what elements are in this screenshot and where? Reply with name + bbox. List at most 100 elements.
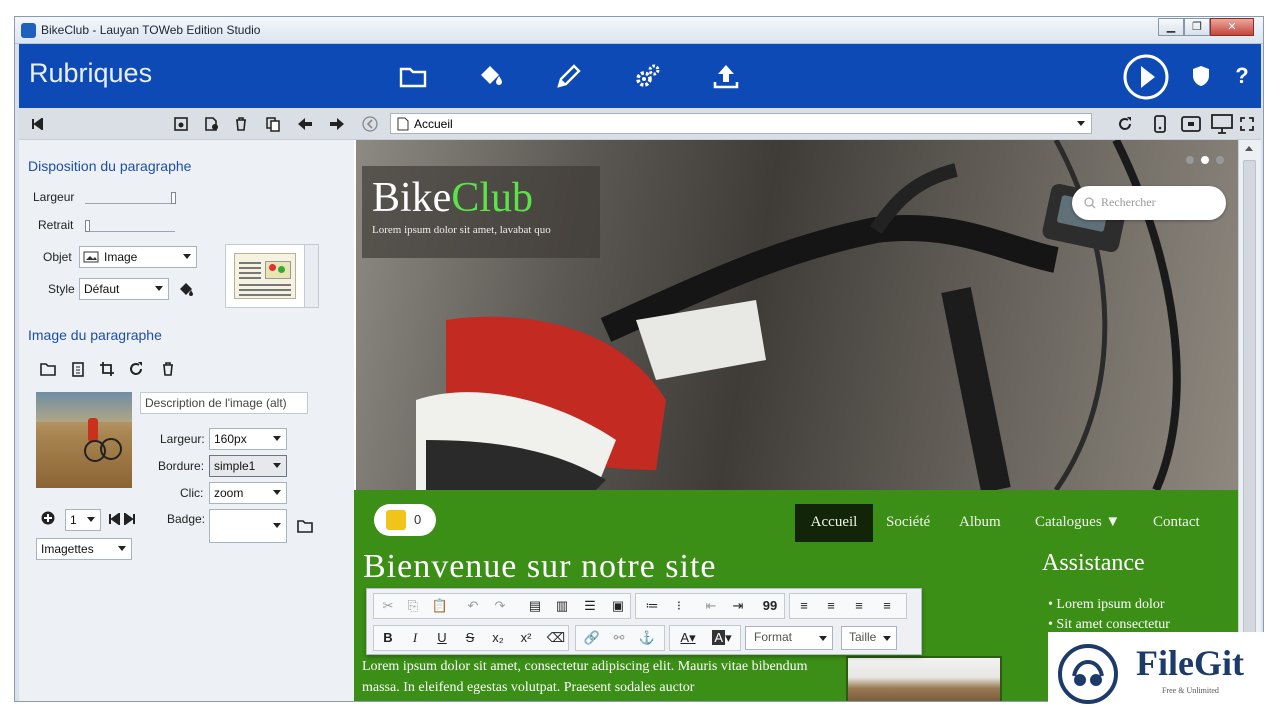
badge-select[interactable] xyxy=(209,509,287,543)
anchor-icon[interactable]: ⚓ xyxy=(636,627,658,649)
chart-icon[interactable]: ▥ xyxy=(551,595,573,617)
retrait-slider[interactable] xyxy=(85,220,175,232)
link-icon[interactable]: 🔗 xyxy=(581,627,603,649)
clic-select[interactable]: zoom xyxy=(209,482,287,504)
badge-folder-icon[interactable] xyxy=(295,517,315,535)
tablet-view-icon[interactable] xyxy=(1180,114,1202,134)
nav-societe[interactable]: Société xyxy=(886,504,930,542)
indent-icon[interactable]: ⇥ xyxy=(727,595,749,617)
book-icon[interactable]: ▤ xyxy=(524,595,546,617)
bold-button[interactable]: B xyxy=(377,627,399,649)
site-search-input[interactable]: Rechercher xyxy=(1072,186,1226,220)
align-right-icon[interactable]: ≡ xyxy=(848,595,870,617)
sidebar-item[interactable]: • Sit amet consectetur xyxy=(1048,617,1170,633)
first-icon[interactable] xyxy=(27,114,47,134)
thumbnail-mode-select[interactable]: Imagettes xyxy=(36,538,132,560)
delete-image-icon[interactable] xyxy=(159,360,177,378)
justify-icon[interactable]: ≡ xyxy=(876,595,898,617)
insert-icon[interactable] xyxy=(201,114,221,134)
slide-dot-active[interactable] xyxy=(1201,156,1209,164)
image-thumbnail[interactable] xyxy=(36,392,132,488)
last-image-icon[interactable] xyxy=(123,512,137,526)
fullscreen-icon[interactable] xyxy=(1238,115,1256,133)
new-block-icon[interactable] xyxy=(171,114,191,134)
layout-preview[interactable] xyxy=(225,244,319,308)
nav-album[interactable]: Album xyxy=(959,504,1001,542)
superscript-button[interactable]: x² xyxy=(515,627,537,649)
doc-icon[interactable]: ▣ xyxy=(607,595,629,617)
add-icon[interactable] xyxy=(41,511,55,525)
objet-select[interactable]: Image xyxy=(79,246,197,268)
hr-icon[interactable]: ☰ xyxy=(579,595,601,617)
outdent-icon[interactable]: ⇤ xyxy=(700,595,722,617)
copy-icon[interactable] xyxy=(263,114,283,134)
copy-text-icon[interactable]: ⎘ xyxy=(402,595,424,617)
nav-catalogues[interactable]: Catalogues ▼ xyxy=(1035,504,1120,542)
arrow-right-icon[interactable] xyxy=(327,114,347,134)
refresh-icon[interactable] xyxy=(1115,114,1135,134)
minimize-button[interactable]: ▁ xyxy=(1158,18,1184,36)
bordure-select[interactable]: simple1 xyxy=(209,455,287,477)
phone-view-icon[interactable] xyxy=(1150,114,1170,134)
open-folder-icon[interactable] xyxy=(39,360,57,378)
image-width-select[interactable]: 160px xyxy=(209,428,287,450)
redo-icon[interactable]: ↷ xyxy=(489,595,511,617)
numbered-list-icon[interactable]: ≔ xyxy=(641,595,663,617)
image-alt-input[interactable]: Description de l'image (alt) xyxy=(140,392,308,414)
style-value: Défaut xyxy=(84,282,120,296)
font-color-button[interactable]: A▾ xyxy=(673,627,703,649)
format-select[interactable]: Format xyxy=(745,626,833,650)
maximize-button[interactable]: ❐ xyxy=(1184,18,1210,36)
page-address-select[interactable]: Accueil xyxy=(390,113,1092,134)
rotate-icon[interactable] xyxy=(127,360,145,378)
italic-button[interactable]: I xyxy=(404,627,426,649)
sidebar-item[interactable]: • Lorem ipsum dolor xyxy=(1048,597,1165,613)
shield-icon[interactable] xyxy=(1183,58,1219,94)
arrow-left-icon[interactable] xyxy=(295,114,315,134)
nav-contact[interactable]: Contact xyxy=(1153,504,1200,542)
slide-dot[interactable] xyxy=(1216,156,1224,164)
paint-bucket-icon[interactable] xyxy=(177,280,195,298)
trash-icon[interactable] xyxy=(231,114,251,134)
site-body-text[interactable]: Lorem ipsum dolor sit amet, consectetur … xyxy=(362,656,842,701)
gears-icon[interactable] xyxy=(630,58,666,94)
first-image-icon[interactable] xyxy=(107,512,121,526)
align-left-icon[interactable]: ≡ xyxy=(793,595,815,617)
largeur-slider[interactable] xyxy=(85,192,176,204)
clipboard-icon[interactable] xyxy=(69,360,87,378)
slide-dot[interactable] xyxy=(1186,156,1194,164)
style-select[interactable]: Défaut xyxy=(79,278,169,300)
vertical-scrollbar[interactable] xyxy=(1238,140,1261,701)
pencil-icon[interactable] xyxy=(551,58,587,116)
desktop-view-icon[interactable] xyxy=(1210,113,1234,135)
upload-icon[interactable] xyxy=(708,58,744,94)
subscript-button[interactable]: x₂ xyxy=(487,627,509,649)
cut-icon[interactable]: ✂ xyxy=(377,595,399,617)
align-center-icon[interactable]: ≡ xyxy=(820,595,842,617)
crop-icon[interactable] xyxy=(98,360,116,378)
close-button[interactable]: ✕ xyxy=(1210,18,1254,36)
folder-icon[interactable] xyxy=(395,58,431,94)
size-select[interactable]: Taille xyxy=(841,626,897,650)
cart-badge[interactable]: 0 xyxy=(374,504,436,536)
objet-value: Image xyxy=(104,250,138,264)
strike-button[interactable]: S xyxy=(459,627,481,649)
eraser-icon[interactable]: ⌫ xyxy=(545,627,567,649)
paste-icon[interactable]: 📋 xyxy=(429,595,451,617)
cart-count: 0 xyxy=(414,512,422,527)
unlink-icon[interactable]: ⚯ xyxy=(608,627,630,649)
site-heading[interactable]: Bienvenue sur notre site xyxy=(363,548,717,586)
nav-accueil[interactable]: Accueil xyxy=(795,504,873,542)
undo-icon[interactable]: ↶ xyxy=(462,595,484,617)
play-icon[interactable] xyxy=(1122,53,1170,101)
count-select[interactable]: 1 xyxy=(65,509,101,531)
bg-color-button[interactable]: A ▾ xyxy=(707,627,737,649)
bullet-list-icon[interactable]: ⁝ xyxy=(668,595,690,617)
help-icon[interactable]: ? xyxy=(1224,58,1260,94)
back-icon[interactable] xyxy=(361,115,379,133)
underline-button[interactable]: U xyxy=(431,627,453,649)
blockquote-icon[interactable]: 99 xyxy=(759,595,781,617)
paint-bucket-icon[interactable] xyxy=(473,58,509,94)
content-image[interactable] xyxy=(846,656,1002,701)
size-label: Taille xyxy=(849,630,877,644)
